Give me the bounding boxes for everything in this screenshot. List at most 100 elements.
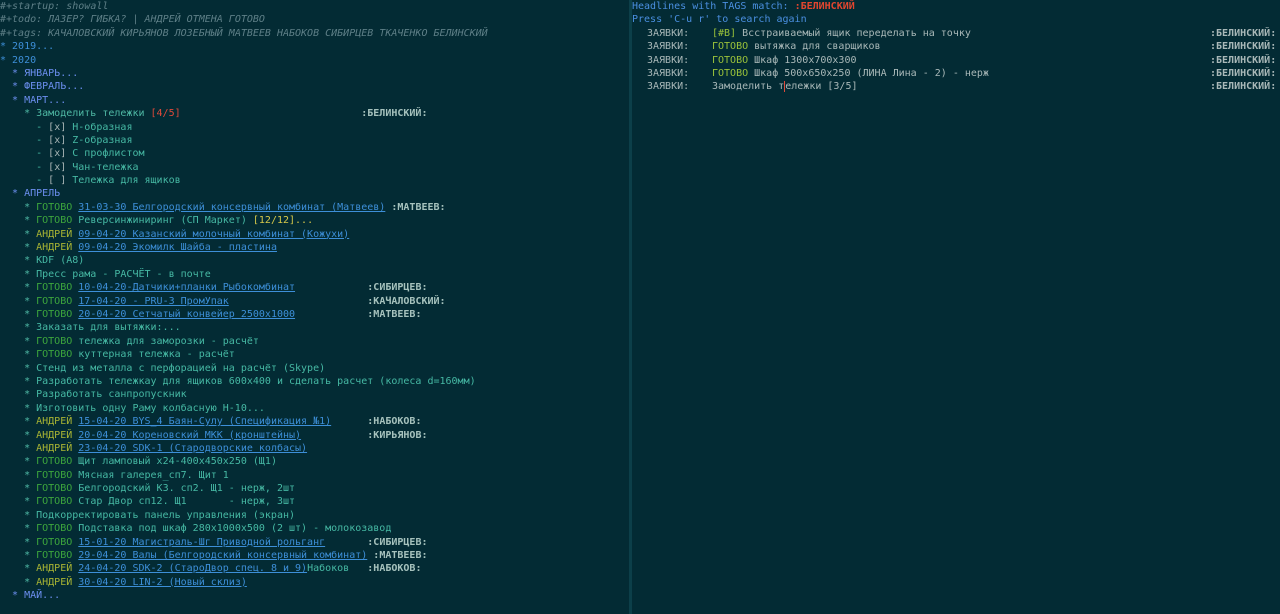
checklist-item[interactable]: - [x] Н-образная [0,121,629,134]
heading-bullet: * [0,563,37,575]
april-todo-item[interactable]: * АНДРЕЙ 09-04-20 Экомилк Шайба - пласти… [0,241,629,254]
agenda-category: ЗАЯВКИ: [647,67,690,79]
meta-keyword: #+todo: [0,14,43,26]
agenda-buffer-pane[interactable]: Headlines with TAGS match: :БЕЛИНСКИЙ Pre… [632,0,1280,614]
meta-value: ЛАЗЕР? ГИБКА? | АНДРЕЙ ОТМЕНА ГОТОВО [42,14,265,26]
april-todo-item[interactable]: * Заказать для вытяжки:... [0,321,629,334]
april-todo-item[interactable]: * ГОТОВО Стар Двор сп12. Щ1 - нерж, 3шт [0,495,629,508]
heading-month-mar[interactable]: * МАРТ... [0,94,629,107]
april-todo-item[interactable]: * Стенд из металла с перфорацией на расч… [0,362,629,375]
heading-month-jan[interactable]: * ЯНВАРЬ... [0,67,629,80]
checklist-item[interactable]: - [ ] Тележка для ящиков [0,174,629,187]
heading-text: * 2020 [0,54,37,66]
checkbox[interactable]: [ ] [48,175,66,186]
heading-month-apr[interactable]: * АПРЕЛЬ [0,187,629,200]
todo-keyword: ГОТОВО [36,308,73,320]
org-meta-line[interactable]: #+tags: КАЧАЛОВСКИЙ КИРЬЯНОВ ЛОЗЕБНЫЙ МА… [0,27,629,40]
checkbox[interactable]: [x] [48,122,66,133]
heading-2020[interactable]: * 2020 [0,54,629,67]
april-todo-item[interactable]: * Разработать тележкау для ящиков 600x40… [0,375,629,388]
agenda-row[interactable]: ЗАЯВКИ: Замоделить тележки [3/5]:БЕЛИНСКИ… [632,80,1280,93]
april-todo-item[interactable]: * ГОТОВО 31-03-30 Белгородский консервны… [0,201,629,214]
tag-padding [295,309,367,320]
april-todo-item[interactable]: * ГОТОВО Щит ламповый x24-400x450x250 (Щ… [0,455,629,468]
agenda-title: Всстраиваемый ящик переделать на точку [736,27,971,39]
agenda-header-tag: :БЕЛИНСКИЙ [794,1,855,12]
april-todo-item[interactable]: * ГОТОВО 17-04-20 - PRU-3 ПромУпак :КАЧА… [0,295,629,308]
checkbox[interactable]: [x] [48,162,66,173]
mar-todo-item[interactable]: * Замоделить тележки [4/5] :БЕЛИНСКИЙ: [0,107,629,120]
april-todo-item[interactable]: * АНДРЕЙ 20-04-20 Кореновский МКК (кронш… [0,429,629,442]
heading-title: Подкорректировать панель управления (экр… [36,509,296,521]
april-todo-item[interactable]: * ГОТОВО тележка для заморозки - расчёт [0,335,629,348]
checklist-item[interactable]: - [x] Z-образная [0,134,629,147]
agenda-title: ележки [3/5] [785,81,858,93]
heading-link[interactable]: 20-04-20 Сетчатый конвейер 2500x1000 [78,309,295,320]
heading-link[interactable]: 24-04-20 SDK-2 (СтароДвор спец. 8 и 9) [78,563,307,574]
heading-link[interactable]: 30-04-20 LIN-2 (Новый склиз) [78,577,247,588]
april-todo-item[interactable]: * АНДРЕЙ 15-04-20 BYS_4 Баян-Сулу (Специ… [0,415,629,428]
april-todo-item[interactable]: * ГОТОВО Реверсинжиниринг (СП Маркет) [1… [0,214,629,227]
heading-text: * 2019... [0,41,55,53]
april-todo-item[interactable]: * ГОТОВО 15-01-20 Магистраль-Шг Приводно… [0,536,629,549]
heading-link[interactable]: 09-04-20 Экомилк Шайба - пластина [78,242,277,253]
agenda-text[interactable]: Headlines with TAGS match: :БЕЛИНСКИЙ Pre… [632,0,1280,94]
heading-link[interactable]: 15-01-20 Магистраль-Шг Приводной рольган… [78,537,325,548]
heading-title: куттерная тележка - расчёт [78,349,235,361]
april-todo-item[interactable]: * ГОТОВО Подставка под шкаф 280x1000x500… [0,522,629,535]
agenda-row-body: ГОТОВО вытяжка для сварщиков [712,40,881,53]
tag-label: :БЕЛИНСКИЙ: [361,108,428,120]
tag-padding [331,416,367,427]
april-todo-item[interactable]: * АНДРЕЙ 23-04-20 SDK-1 (Стародворские к… [0,442,629,455]
heading-bullet: * [0,255,37,267]
heading-bullet: * [0,483,37,495]
heading-text: * ФЕВРАЛЬ... [0,81,85,93]
tag-label: :КИРЬЯНОВ: [367,429,428,441]
tag-label: :МАТВЕЕВ: [373,550,428,562]
heading-link[interactable]: 09-04-20 Казанский молочный комбинат (Ко… [78,229,349,240]
heading-link[interactable]: 17-04-20 - PRU-3 ПромУпак [78,296,229,307]
heading-bullet: * [0,349,37,361]
org-buffer-text[interactable]: #+startup: showall #+todo: ЛАЗЕР? ГИБКА? … [0,0,629,603]
april-todo-item[interactable]: * Разработать санпропускник [0,388,629,401]
agenda-row[interactable]: ЗАЯВКИ: ГОТОВО Шкаф 500x650x250 (ЛИНА Лин… [632,67,1280,80]
heading-link[interactable]: 20-04-20 Кореновский МКК (кронштейны) [78,430,301,441]
april-todo-item[interactable]: * ГОТОВО 20-04-20 Сетчатый конвейер 2500… [0,308,629,321]
april-todo-item[interactable]: * ГОТОВО Мясная галерея_сп7. Щит 1 [0,469,629,482]
org-meta-line[interactable]: #+startup: showall [0,0,629,13]
agenda-row-body: Замоделить тележки [3/5] [712,80,858,93]
agenda-row[interactable]: ЗАЯВКИ: ГОТОВО Шкаф 1300x700x300:БЕЛИНСКИ… [632,54,1280,67]
todo-keyword: АНДРЕЙ [36,228,73,240]
april-todo-item[interactable]: * ГОТОВО 29-04-20 Валы (Белгородский кон… [0,549,629,562]
april-todo-item[interactable]: * АНДРЕЙ 09-04-20 Казанский молочный ком… [0,228,629,241]
org-meta-line[interactable]: #+todo: ЛАЗЕР? ГИБКА? | АНДРЕЙ ОТМЕНА ГО… [0,13,629,26]
april-todo-item[interactable]: * Подкорректировать панель управления (э… [0,509,629,522]
april-todo-item[interactable]: * АНДРЕЙ 24-04-20 SDK-2 (СтароДвор спец.… [0,562,629,575]
heading-bullet: * [0,295,37,307]
april-todo-item[interactable]: * KDF (A8) [0,254,629,267]
heading-month-may[interactable]: * МАЙ... [0,589,629,602]
april-todo-item[interactable]: * АНДРЕЙ 30-04-20 LIN-2 (Новый склиз) [0,576,629,589]
checkbox[interactable]: [x] [48,148,66,159]
april-todo-item[interactable]: * Пресс рама - РАСЧЁТ - в почте [0,268,629,281]
agenda-row[interactable]: ЗАЯВКИ: ГОТОВО вытяжка для сварщиков:БЕЛИ… [632,40,1280,53]
heading-link[interactable]: 10-04-20-Датчики+планки Рыбокомбинат [78,282,295,293]
heading-link[interactable]: 15-04-20 BYS_4 Баян-Сулу (Спецификация №… [78,416,331,427]
heading-link[interactable]: 31-03-30 Белгородский консервный комбина… [78,202,385,213]
org-buffer-pane[interactable]: #+startup: showall #+todo: ЛАЗЕР? ГИБКА? … [0,0,629,614]
heading-month-feb[interactable]: * ФЕВРАЛЬ... [0,80,629,93]
april-todo-item[interactable]: * ГОТОВО куттерная тележка - расчёт [0,348,629,361]
todo-keyword: ГОТОВО [36,550,73,562]
agenda-row[interactable]: ЗАЯВКИ: [#B] Всстраиваемый ящик переделат… [632,27,1280,40]
april-todo-item[interactable]: * ГОТОВО Белгородский КЗ. сп2. Щ1 - нерж… [0,482,629,495]
checklist-item[interactable]: - [x] Чан-тележка [0,161,629,174]
heading-2019[interactable]: * 2019... [0,40,629,53]
heading-link[interactable]: 23-04-20 SDK-1 (Стародворские колбасы) [78,443,307,454]
checklist-item[interactable]: - [x] С профлистом [0,147,629,160]
heading-link[interactable]: 29-04-20 Валы (Белгородский консервный к… [78,550,367,561]
todo-keyword: ГОТОВО [36,295,73,307]
heading-bullet: * [0,442,37,454]
april-todo-item[interactable]: * ГОТОВО 10-04-20-Датчики+планки Рыбоком… [0,281,629,294]
april-todo-item[interactable]: * Изготовить одну Раму колбасную Н-10... [0,402,629,415]
checkbox[interactable]: [x] [48,135,66,146]
